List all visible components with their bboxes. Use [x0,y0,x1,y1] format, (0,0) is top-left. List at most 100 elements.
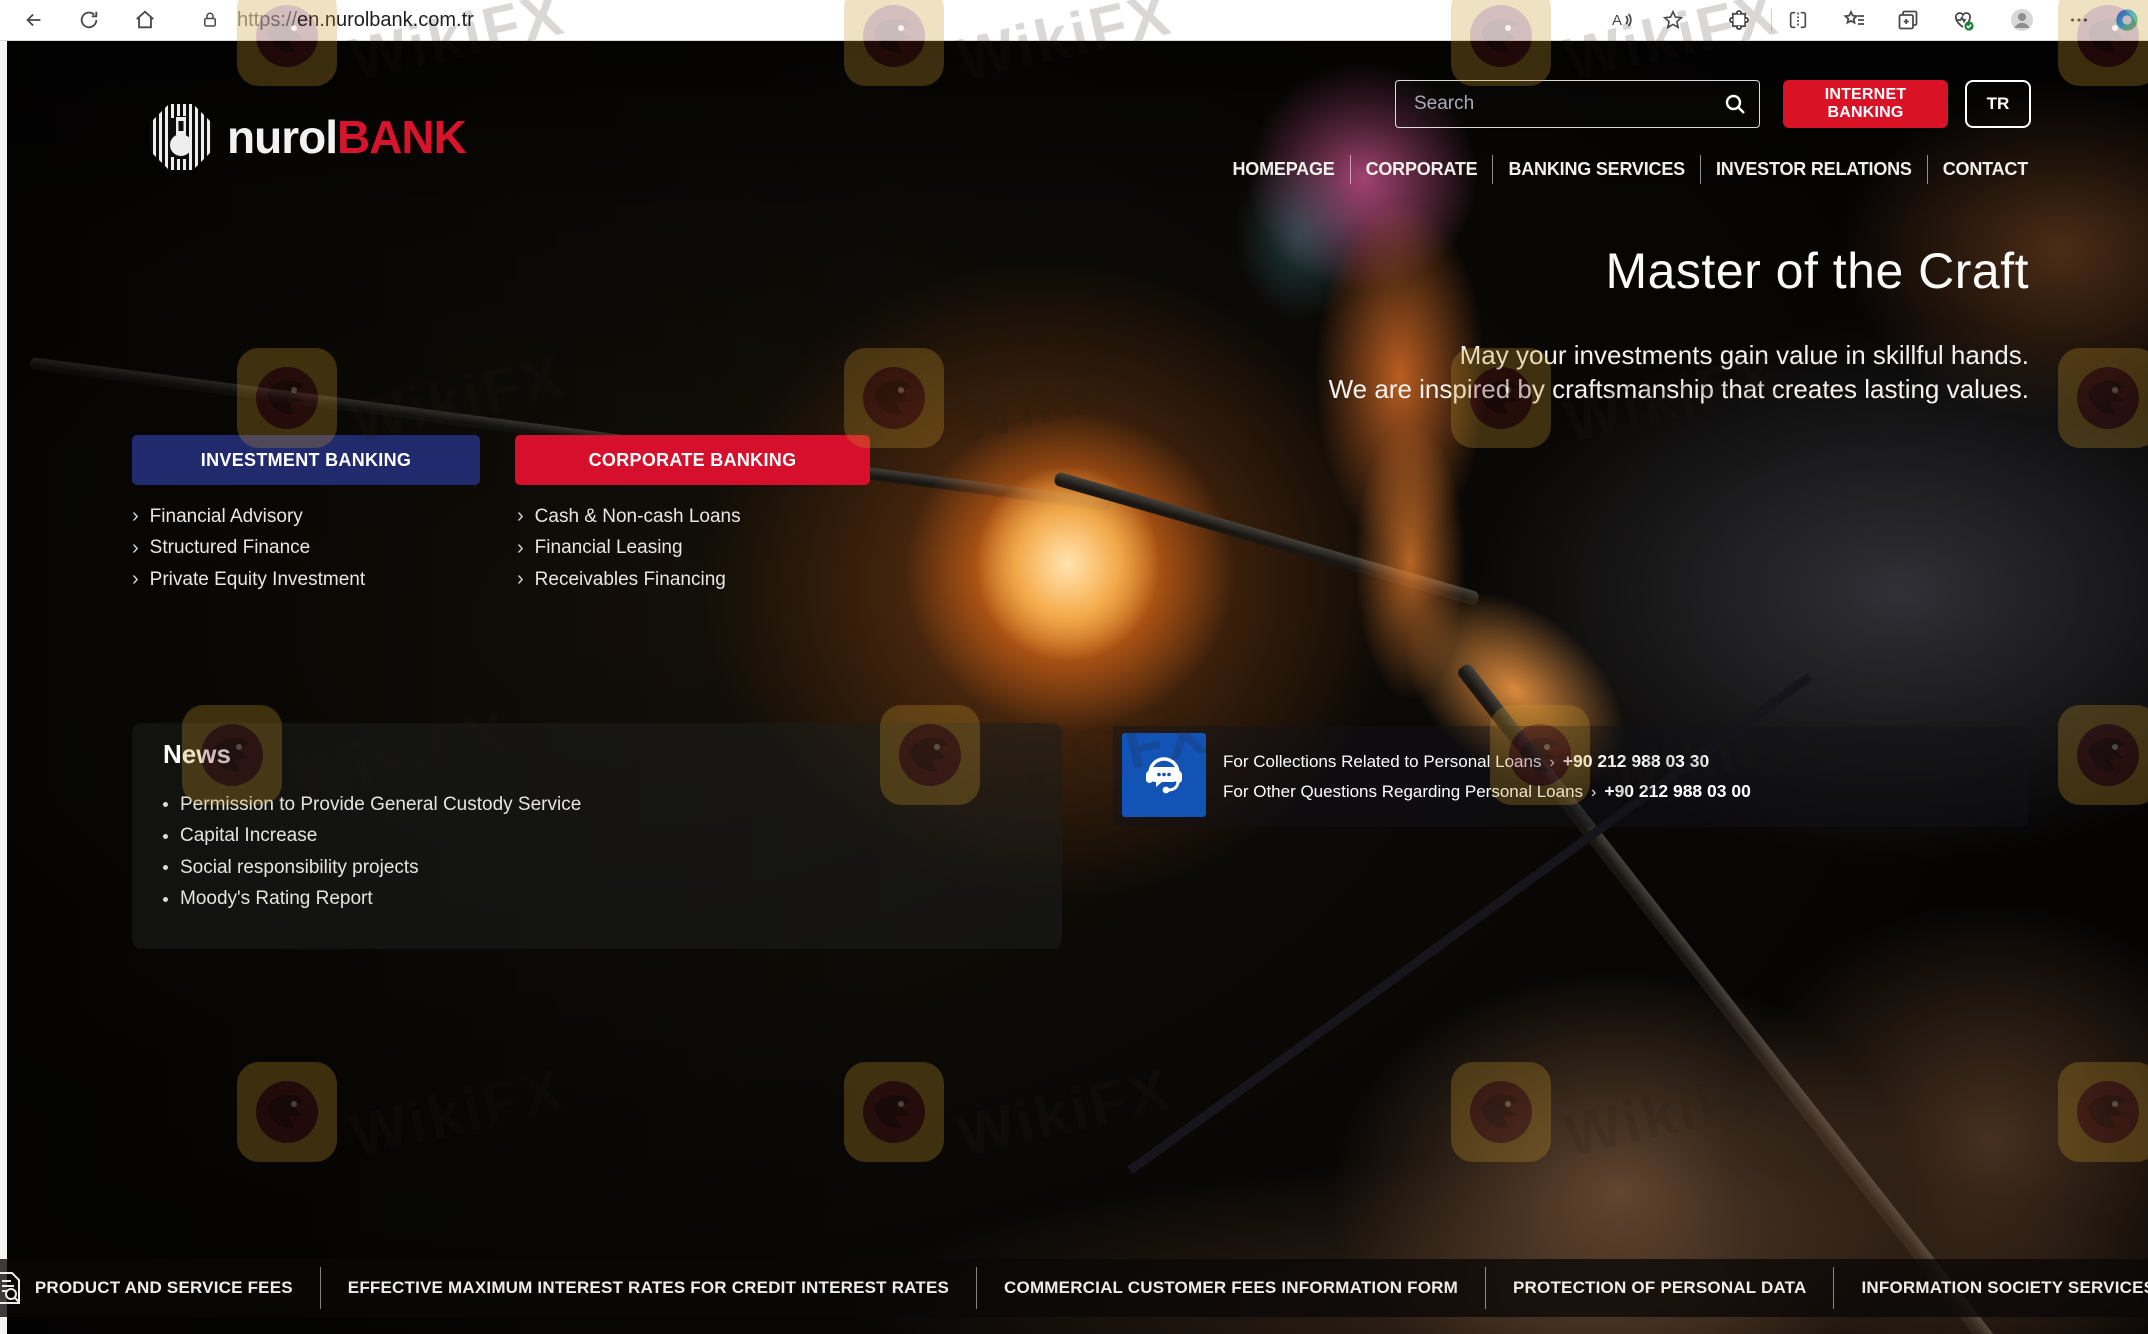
news-item-social-responsibility[interactable]: Social responsibility projects [163,852,581,884]
link-private-equity-investment[interactable]: ›Private Equity Investment [132,564,365,596]
news-item-label: Capital Increase [180,825,317,847]
footer-label: PROTECTION OF PERSONAL DATA [1513,1278,1806,1298]
bullet-icon [163,897,168,902]
photo-left-shadow [0,41,950,1334]
news-item-moodys-rating[interactable]: Moody's Rating Report [163,884,581,916]
logo-text-bank: BANK [337,111,466,163]
phone-number[interactable]: +90 212 988 03 30 [1563,751,1709,771]
footer-bar: PRODUCT AND SERVICE FEES EFFECTIVE MAXIM… [0,1259,2148,1317]
logo-text-nurol: nurol [227,111,337,163]
news-title: News [163,739,231,770]
nav-item-homepage[interactable]: HOMEPAGE [1218,155,1350,184]
footer-product-service-fees[interactable]: PRODUCT AND SERVICE FEES [0,1267,320,1309]
link-label: Structured Finance [150,537,311,559]
footer-effective-max-interest-rates[interactable]: EFFECTIVE MAXIMUM INTEREST RATES FOR CRE… [320,1267,976,1309]
hero-subtitle-line1: May your investments gain value in skill… [1329,338,2029,372]
link-label: Cash & Non-cash Loans [535,506,741,528]
footer-information-society-services[interactable]: INFORMATION SOCIETY SERVICES [1833,1267,2148,1309]
chevron-right-icon: › [132,568,139,591]
footer-commercial-customer-fees-form[interactable]: COMMERCIAL CUSTOMER FEES INFORMATION FOR… [976,1267,1485,1309]
nav-item-banking-services[interactable]: BANKING SERVICES [1492,155,1700,184]
photo-molten-glass-core [975,466,1160,661]
news-item-label: Moody's Rating Report [180,888,373,910]
home-icon[interactable] [132,7,158,33]
news-item-capital-increase[interactable]: Capital Increase [163,821,581,853]
link-financial-advisory[interactable]: › Financial Advisory [132,501,365,533]
chevron-right-icon: › [1549,754,1554,771]
browser-toolbar: https://en.nurolbank.com.tr A [0,0,2148,41]
link-label: Financial Advisory [150,506,303,528]
nav-item-contact[interactable]: CONTACT [1927,155,2028,184]
chevron-right-icon: › [517,568,524,591]
site-security-lock-icon[interactable] [197,7,223,33]
nurolbank-logo-icon [149,103,213,171]
back-icon[interactable] [21,7,47,33]
investment-banking-button[interactable]: INVESTMENT BANKING [132,435,480,485]
personal-loans-contact-panel: For Collections Related to Personal Loan… [1113,726,2028,827]
logo-wordmark: nurolBANK [227,104,466,170]
footer-label: EFFECTIVE MAXIMUM INTEREST RATES FOR CRE… [348,1278,949,1298]
header-controls: INTERNET BANKING TR [1395,80,2031,128]
corporate-links: ›Cash & Non-cash Loans ›Financial Leasin… [517,501,741,596]
photo-molten-glass-glow [905,411,1235,731]
bullet-icon [163,834,168,839]
investment-links: ›Financial Advisory ›Structured Finance … [132,501,365,596]
link-label: Receivables Financing [535,569,726,591]
internet-banking-button[interactable]: INTERNET BANKING [1783,80,1948,128]
hero-title: Master of the Craft [1605,242,2029,300]
search-input[interactable] [1412,81,1716,127]
footer-protection-personal-data[interactable]: PROTECTION OF PERSONAL DATA [1485,1267,1833,1309]
collections-icon[interactable] [1895,7,1921,33]
bullet-icon [163,865,168,870]
contact-label: For Other Questions Regarding Personal L… [1223,782,1583,801]
footer-label: INFORMATION SOCIETY SERVICES [1861,1278,2148,1298]
link-cash-noncash-loans[interactable]: ›Cash & Non-cash Loans [517,501,741,533]
corporate-banking-button[interactable]: CORPORATE BANKING [515,435,870,485]
svg-text:A: A [1612,12,1622,29]
url-host: en.nurolbank.com.tr [297,9,474,32]
profile-avatar-icon[interactable] [2009,7,2035,33]
split-screen-icon[interactable] [1785,7,1811,33]
language-toggle-button[interactable]: TR [1965,80,2031,128]
contact-label: For Collections Related to Personal Loan… [1223,752,1541,771]
link-financial-leasing[interactable]: › Financial Leasing [517,533,741,565]
favorite-star-icon[interactable] [1660,7,1686,33]
link-receivables-financing[interactable]: › Receivables Financing [517,564,741,596]
url-scheme: https:// [237,9,297,32]
fees-document-icon [0,1271,23,1305]
news-item-custody-service[interactable]: Permission to Provide General Custody Se… [163,789,581,821]
nav-item-investor-relations[interactable]: INVESTOR RELATIONS [1700,155,1927,184]
browser-essentials-icon[interactable] [1950,7,1976,33]
bullet-icon [163,802,168,807]
address-bar[interactable]: https://en.nurolbank.com.tr [237,0,474,40]
link-structured-finance[interactable]: › Structured Finance [132,533,365,565]
main-navigation: HOMEPAGE CORPORATE BANKING SERVICES INVE… [1218,148,2029,190]
screenshot-root: https://en.nurolbank.com.tr A [0,0,2148,1334]
search-icon[interactable] [1723,92,1747,121]
refresh-icon[interactable] [76,7,102,33]
favorites-bar-icon[interactable] [1841,7,1867,33]
window-left-edge [0,41,7,1334]
extensions-icon[interactable] [1726,7,1752,33]
search-box[interactable] [1395,80,1760,128]
footer-label: PRODUCT AND SERVICE FEES [35,1278,293,1298]
link-label: Financial Leasing [535,537,683,559]
news-panel: News Permission to Provide General Custo… [132,723,1062,949]
read-aloud-icon[interactable]: A [1608,7,1634,33]
toolbar-divider [1771,9,1772,31]
chevron-right-icon: › [132,537,139,560]
phone-number[interactable]: +90 212 988 03 00 [1604,781,1750,801]
webpage-background-photo [0,41,2148,1334]
nav-item-corporate[interactable]: CORPORATE [1350,155,1493,184]
copilot-icon[interactable] [2114,7,2140,33]
contact-lines: For Collections Related to Personal Loan… [1223,747,1678,807]
support-headset-icon [1122,733,1206,817]
hero-subtitle-line2: We are inspired by craftsmanship that cr… [1329,372,2029,406]
contact-line-collections: For Collections Related to Personal Loan… [1223,747,1678,777]
settings-more-icon[interactable] [2066,7,2092,33]
hero-subtitle: May your investments gain value in skill… [1329,338,2029,406]
chevron-right-icon: › [132,505,139,528]
chevron-right-icon: › [517,537,524,560]
news-item-label: Social responsibility projects [180,857,419,879]
nurolbank-logo[interactable]: nurolBANK [149,103,466,171]
